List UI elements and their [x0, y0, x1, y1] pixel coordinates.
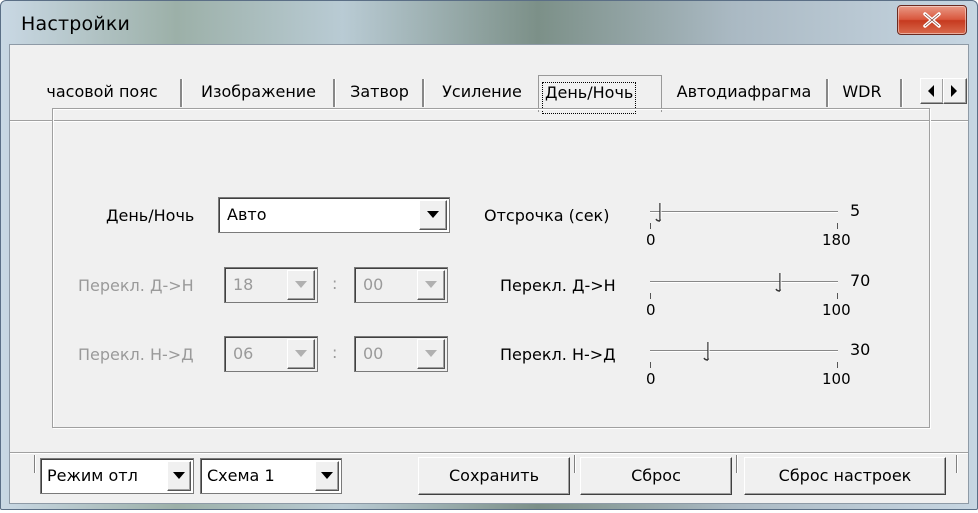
chevron-down-icon: [173, 472, 185, 479]
slider-min-label: 0: [646, 370, 656, 388]
tab-divider: [180, 79, 183, 107]
settings-window: Настройки часовой пояс Изображение Затво…: [0, 0, 978, 510]
dropdown-button[interactable]: [419, 200, 447, 230]
daynight-mode-label: День/Ночь: [106, 206, 195, 225]
slider-0[interactable]: 5 0 180: [646, 201, 888, 251]
footer-divider: [10, 452, 968, 454]
tab-scroll-arrows: [920, 78, 967, 104]
tab-auto-iris[interactable]: Автодиафрагма: [664, 77, 824, 107]
slider-tick-min: [650, 223, 651, 229]
tab-gain[interactable]: Усиление: [428, 77, 536, 107]
mode-select[interactable]: Режим отл: [40, 458, 194, 494]
tab-divider: [422, 79, 425, 107]
chevron-down-icon: [425, 350, 437, 357]
footer-notch: [736, 455, 738, 473]
chevron-down-icon: [321, 472, 333, 479]
slider-value: 30: [850, 340, 871, 359]
dropdown-button[interactable]: [417, 270, 445, 300]
slider-2[interactable]: 30 0 100: [646, 340, 888, 390]
tab-scroll-left-button[interactable]: [920, 78, 944, 104]
footer-notch: [34, 455, 36, 473]
night-to-day-time-label: Перекл. Н->Д: [78, 345, 194, 364]
slider-tick-max: [837, 293, 838, 299]
dialog-client-area: часовой пояс Изображение Затвор Усиление…: [9, 44, 969, 504]
night-to-day-hour-select[interactable]: 06: [224, 336, 318, 372]
reset-settings-button[interactable]: Сброс настроек: [744, 457, 946, 495]
tab-divider: [333, 79, 336, 107]
slider-thumb[interactable]: [654, 201, 666, 223]
tab-scroll-right-button[interactable]: [943, 78, 967, 104]
dropdown-button[interactable]: [315, 461, 339, 491]
mode-select-value: Режим отл: [47, 466, 138, 485]
tab-image[interactable]: Изображение: [186, 77, 331, 107]
delay-label: Отсрочка (сек): [484, 206, 610, 225]
chevron-down-icon: [295, 350, 307, 357]
slider-max-label: 180: [822, 231, 851, 249]
tab-divider: [826, 79, 829, 107]
dropdown-button[interactable]: [287, 339, 315, 369]
slider-track[interactable]: [650, 281, 838, 283]
slider-tick-min: [650, 362, 651, 368]
time-colon: :: [332, 274, 338, 293]
slider-tick-max: [837, 362, 838, 368]
slider-max-label: 100: [822, 301, 851, 319]
reset-button[interactable]: Сброс: [580, 457, 732, 495]
slider-tick-max: [837, 223, 838, 229]
day-to-night-hour-select[interactable]: 18: [224, 267, 318, 303]
slider-value: 5: [850, 201, 861, 220]
close-icon: [923, 12, 941, 28]
day-to-night-hour-value: 18: [233, 275, 254, 294]
footer-notch: [956, 455, 958, 473]
dropdown-button[interactable]: [287, 270, 315, 300]
day-to-night-time-label: Перекл. Д->Н: [78, 276, 194, 295]
dropdown-button[interactable]: [417, 339, 445, 369]
footer-notch: [574, 455, 576, 473]
day-to-night-threshold-label: Перекл. Д->Н: [500, 276, 616, 295]
close-button[interactable]: [897, 5, 967, 35]
arrow-left-icon: [928, 85, 934, 97]
day-to-night-minute-value: 00: [363, 275, 384, 294]
arrow-right-icon: [951, 85, 957, 97]
title-bar[interactable]: Настройки: [1, 1, 977, 41]
tab-divider: [900, 79, 903, 107]
tab-wdr[interactable]: WDR: [832, 77, 892, 107]
slider-1[interactable]: 70 0 100: [646, 271, 888, 321]
night-to-day-minute-value: 00: [363, 344, 384, 363]
scheme-select[interactable]: Схема 1: [200, 458, 342, 494]
window-title: Настройки: [21, 13, 131, 35]
slider-max-label: 100: [822, 370, 851, 388]
day-to-night-minute-select[interactable]: 00: [354, 267, 448, 303]
daynight-mode-select[interactable]: Авто: [218, 197, 450, 233]
slider-value: 70: [850, 271, 871, 290]
night-to-day-threshold-label: Перекл. Н->Д: [500, 345, 616, 364]
night-to-day-minute-select[interactable]: 00: [354, 336, 448, 372]
time-colon: :: [332, 343, 338, 362]
daynight-mode-value: Авто: [227, 205, 267, 224]
tab-daynight[interactable]: День/Ночь: [538, 75, 662, 114]
night-to-day-hour-value: 06: [233, 344, 254, 363]
save-button[interactable]: Сохранить: [418, 457, 570, 495]
slider-track[interactable]: [650, 211, 838, 213]
scheme-select-value: Схема 1: [207, 466, 275, 485]
tab-shutter[interactable]: Затвор: [339, 77, 420, 107]
tab-timezone[interactable]: часовой пояс: [26, 77, 178, 107]
slider-min-label: 0: [646, 231, 656, 249]
dropdown-button[interactable]: [167, 461, 191, 491]
slider-thumb[interactable]: [774, 271, 786, 293]
slider-track[interactable]: [650, 350, 838, 352]
chevron-down-icon: [295, 281, 307, 288]
chevron-down-icon: [425, 281, 437, 288]
slider-tick-min: [650, 293, 651, 299]
chevron-down-icon: [427, 211, 439, 218]
slider-min-label: 0: [646, 301, 656, 319]
slider-thumb[interactable]: [702, 340, 714, 362]
